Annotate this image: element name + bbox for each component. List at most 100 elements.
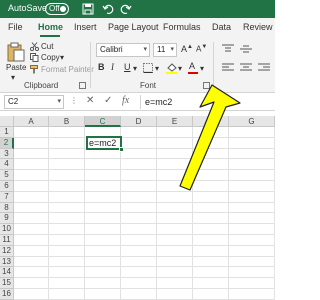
gridline bbox=[14, 136, 275, 138]
column-header-g[interactable]: G bbox=[229, 116, 275, 127]
align-top-icon[interactable] bbox=[222, 44, 234, 54]
insert-function-icon[interactable]: fx bbox=[122, 95, 129, 106]
gridline bbox=[14, 169, 275, 171]
font-name-value: Calibri bbox=[100, 45, 123, 54]
row-header-12[interactable]: 12 bbox=[0, 245, 14, 257]
name-box[interactable]: C2 ▾ bbox=[4, 95, 64, 109]
gridline bbox=[14, 190, 275, 192]
row-header-5[interactable]: 5 bbox=[0, 170, 14, 181]
align-left-icon[interactable] bbox=[222, 63, 234, 73]
save-icon[interactable] bbox=[82, 3, 94, 15]
autosave-label: AutoSave bbox=[8, 3, 48, 13]
tab-file[interactable]: File bbox=[8, 22, 23, 32]
underline-dropdown-icon[interactable]: ▾ bbox=[133, 64, 137, 73]
name-box-value: C2 bbox=[8, 97, 19, 106]
font-color-icon[interactable]: A bbox=[189, 61, 195, 71]
row-header-10[interactable]: 10 bbox=[0, 224, 14, 235]
gridline bbox=[14, 255, 275, 257]
gridline bbox=[48, 127, 49, 300]
align-middle-icon[interactable] bbox=[240, 44, 252, 54]
group-separator bbox=[90, 42, 91, 88]
paste-dropdown-icon[interactable]: ▾ bbox=[11, 73, 15, 82]
italic-button[interactable]: I bbox=[111, 62, 114, 72]
row-header-6[interactable]: 6 bbox=[0, 181, 14, 192]
font-size-select[interactable]: 11 ▾ bbox=[153, 43, 177, 57]
column-header-d[interactable]: D bbox=[121, 116, 157, 127]
active-cell[interactable]: e=mc2 bbox=[86, 136, 122, 150]
gridline bbox=[14, 223, 275, 225]
more-options-icon[interactable]: ⋮ bbox=[70, 96, 78, 105]
cancel-icon[interactable]: ✕ bbox=[86, 95, 94, 106]
enter-icon[interactable]: ✓ bbox=[104, 95, 112, 106]
cell-area[interactable] bbox=[14, 127, 275, 300]
gridline bbox=[14, 244, 275, 246]
font-dialog-launcher-icon[interactable] bbox=[203, 82, 210, 89]
row-header-16[interactable]: 16 bbox=[0, 289, 14, 300]
cut-icon[interactable] bbox=[30, 42, 39, 51]
formula-input[interactable]: e=mc2 bbox=[140, 95, 271, 109]
row-header-15[interactable]: 15 bbox=[0, 278, 14, 289]
font-color-dropdown-icon[interactable]: ▾ bbox=[200, 64, 204, 73]
increase-font-size-icon[interactable]: A▲ bbox=[181, 44, 193, 54]
gridline bbox=[192, 127, 193, 300]
row-header-9[interactable]: 9 bbox=[0, 213, 14, 225]
format-painter-icon[interactable] bbox=[30, 65, 39, 74]
formula-bar: C2 ▾ ⋮ ✕ ✓ fx e=mc2 bbox=[0, 93, 275, 111]
row-header-4[interactable]: 4 bbox=[0, 159, 14, 171]
chevron-down-icon: ▾ bbox=[143, 46, 147, 53]
active-tab-indicator bbox=[40, 35, 60, 37]
decrease-font-size-icon[interactable]: A▼ bbox=[196, 44, 207, 54]
ribbon: Paste ▾ Cut Copy ▾ Format Painter Clipbo… bbox=[0, 38, 275, 93]
column-header-a[interactable]: A bbox=[14, 116, 49, 127]
autosave-toggle[interactable]: Off bbox=[45, 3, 69, 15]
borders-icon[interactable] bbox=[143, 63, 153, 73]
fill-handle[interactable] bbox=[119, 147, 124, 152]
font-color-swatch bbox=[188, 72, 198, 74]
select-all-button[interactable] bbox=[0, 116, 14, 127]
row-header-13[interactable]: 13 bbox=[0, 256, 14, 268]
toggle-knob bbox=[60, 6, 66, 12]
fill-color-dropdown-icon[interactable]: ▾ bbox=[178, 64, 182, 73]
borders-dropdown-icon[interactable]: ▾ bbox=[155, 64, 159, 73]
tab-review[interactable]: Review bbox=[243, 22, 273, 32]
tab-data[interactable]: Data bbox=[212, 22, 231, 32]
tab-insert[interactable]: Insert bbox=[74, 22, 97, 32]
row-header-14[interactable]: 14 bbox=[0, 267, 14, 279]
row-header-8[interactable]: 8 bbox=[0, 202, 14, 214]
fill-color-icon[interactable] bbox=[166, 62, 177, 74]
gridline bbox=[14, 234, 275, 235]
copy-dropdown-icon[interactable]: ▾ bbox=[60, 53, 64, 62]
gridline bbox=[120, 127, 121, 300]
tab-page-layout[interactable]: Page Layout bbox=[108, 22, 159, 32]
paste-icon[interactable] bbox=[7, 42, 25, 62]
underline-button[interactable]: U bbox=[124, 62, 131, 72]
column-header-f[interactable]: F bbox=[193, 116, 229, 127]
clipboard-dialog-launcher-icon[interactable] bbox=[79, 82, 86, 89]
clipboard-group-label: Clipboard bbox=[24, 81, 59, 90]
row-header-1[interactable]: 1 bbox=[0, 127, 14, 138]
copy-icon[interactable] bbox=[30, 53, 39, 62]
row-header-7[interactable]: 7 bbox=[0, 191, 14, 203]
row-header-2[interactable]: 2 bbox=[0, 137, 14, 149]
row-header-11[interactable]: 11 bbox=[0, 235, 14, 246]
bold-button[interactable]: B bbox=[98, 62, 105, 72]
align-right-icon[interactable] bbox=[258, 63, 270, 73]
copy-label[interactable]: Copy bbox=[41, 53, 60, 62]
column-header-b[interactable]: B bbox=[49, 116, 85, 127]
column-header-c[interactable]: C bbox=[85, 116, 121, 127]
gridline bbox=[14, 158, 275, 160]
tab-home[interactable]: Home bbox=[38, 22, 63, 32]
gridline bbox=[14, 212, 275, 214]
chevron-down-icon: ▾ bbox=[170, 46, 174, 53]
redo-icon[interactable] bbox=[120, 3, 132, 15]
cut-label[interactable]: Cut bbox=[41, 42, 53, 51]
align-center-icon[interactable] bbox=[240, 63, 252, 73]
font-name-select[interactable]: Calibri ▾ bbox=[96, 43, 150, 57]
paste-label[interactable]: Paste bbox=[6, 63, 26, 72]
format-painter-label[interactable]: Format Painter bbox=[41, 65, 94, 74]
row-header-3[interactable]: 3 bbox=[0, 148, 14, 160]
undo-icon[interactable] bbox=[102, 3, 114, 15]
tab-formulas[interactable]: Formulas bbox=[163, 22, 201, 32]
gridline bbox=[14, 277, 275, 279]
column-header-e[interactable]: E bbox=[157, 116, 193, 127]
